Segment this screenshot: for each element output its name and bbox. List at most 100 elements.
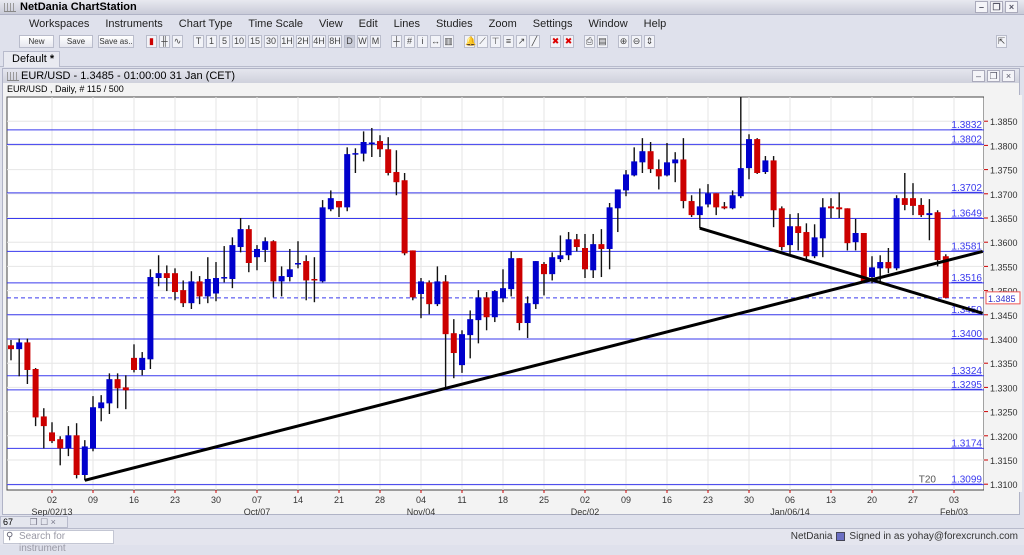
candle-body [73, 435, 80, 475]
candle-body [803, 232, 810, 257]
panel-number: 67 [3, 517, 14, 527]
x-tick-label: 28 [375, 495, 385, 505]
candle-body [639, 151, 646, 163]
y-tick-label: 1.3650 [990, 214, 1018, 224]
y-tick-label: 1.3100 [990, 480, 1018, 490]
candle-body [188, 281, 195, 304]
candle [32, 368, 39, 427]
level-label: 1.3702 [951, 183, 982, 194]
candle-body [705, 193, 711, 205]
candle-body [311, 278, 318, 281]
candle-body [442, 281, 449, 335]
level-tag: T20 [919, 475, 937, 486]
x-tick-label: 16 [662, 495, 672, 505]
candle-body [647, 151, 654, 170]
candle-body [254, 248, 260, 258]
candle-body [65, 435, 72, 449]
signed-in-label: Signed in as yohay@forexcrunch.com [849, 531, 1018, 542]
candle-body [319, 207, 326, 282]
candle-body [131, 357, 137, 370]
candle-body [377, 141, 383, 150]
candle-body [213, 278, 219, 294]
candle-body [172, 273, 178, 293]
candle-body [122, 387, 129, 391]
instrument-search-input[interactable]: ⚲ Search for instrument [3, 530, 114, 554]
candle-body [286, 269, 293, 278]
y-tick-label: 1.3400 [990, 335, 1018, 345]
candle-body [360, 142, 367, 154]
candle-body [401, 180, 408, 254]
candle-body [147, 277, 154, 360]
candle-body [910, 198, 916, 206]
candle-body [778, 208, 785, 248]
candle-body [8, 345, 14, 350]
candle-body [860, 233, 867, 283]
candle-body [221, 277, 228, 279]
y-tick-label: 1.3150 [990, 456, 1018, 466]
candle-body [409, 250, 416, 298]
candle [409, 250, 416, 301]
candle-body [483, 297, 490, 318]
search-icon: ⚲ [6, 531, 14, 542]
candle-body [90, 407, 96, 449]
y-tick-label: 1.3250 [990, 408, 1018, 418]
candle [934, 210, 941, 267]
x-tick-label: 25 [539, 495, 549, 505]
candle-body [295, 263, 301, 265]
search-placeholder: Search for instrument [19, 531, 66, 554]
candle-body [713, 193, 720, 208]
candle-body [491, 291, 498, 318]
candle-body [106, 379, 113, 404]
candle-body [352, 153, 359, 155]
candle-body [787, 226, 793, 246]
candle-body [819, 207, 826, 239]
x-tick-label: 13 [826, 495, 836, 505]
status-bar: ⚲ Search for instrument NetDania Signed … [0, 528, 1024, 554]
x-tick-label: 30 [211, 495, 221, 505]
candle-body [852, 233, 859, 243]
level-label: 1.3802 [951, 134, 982, 145]
candle-body [16, 342, 23, 350]
candle-body [229, 245, 236, 279]
candle-body [262, 241, 269, 250]
candle-body [32, 369, 39, 418]
candlestick-chart[interactable]: 1.3850 1.3800 1.3750 1.3700 1.3650 1.3600 1.35… [0, 0, 1024, 545]
candle-body [901, 198, 908, 205]
y-tick-label: 1.3200 [990, 432, 1018, 442]
x-tick-label: 14 [293, 495, 303, 505]
candle-body [327, 198, 334, 210]
candle-body [344, 154, 351, 208]
candle-body [926, 213, 933, 216]
candle-body [795, 226, 802, 234]
level-label: 1.3649 [951, 208, 982, 219]
y-tick-label: 1.3550 [990, 262, 1018, 272]
candle-body [549, 257, 556, 275]
candle [893, 195, 900, 271]
x-tick-label: 23 [703, 495, 713, 505]
candle-body [336, 201, 342, 208]
y-tick-label: 1.3300 [990, 383, 1018, 393]
candle-body [180, 290, 187, 304]
candle-body [573, 239, 580, 248]
y-tick-label: 1.3750 [990, 166, 1018, 176]
candle-body [836, 207, 843, 210]
candle-body [204, 278, 211, 297]
candle-body [737, 168, 744, 197]
candle-body [24, 342, 31, 370]
x-tick-label: 09 [88, 495, 98, 505]
candle-body [623, 174, 629, 191]
y-tick-label: 1.3450 [990, 311, 1018, 321]
candle-body [245, 229, 252, 264]
x-tick-label: 16 [129, 495, 139, 505]
candle-body [754, 139, 761, 173]
x-tick-label: 20 [867, 495, 877, 505]
candle-body [598, 244, 605, 249]
candle-body [270, 241, 277, 282]
x-tick-label: 18 [498, 495, 508, 505]
x-tick-label: 30 [744, 495, 754, 505]
candle-body [524, 303, 531, 324]
minimized-panel[interactable]: 67 ❐ ☐ × [0, 516, 68, 528]
candle-body [614, 189, 621, 209]
candle-body [606, 207, 613, 249]
brand-label: NetDania [790, 531, 833, 542]
